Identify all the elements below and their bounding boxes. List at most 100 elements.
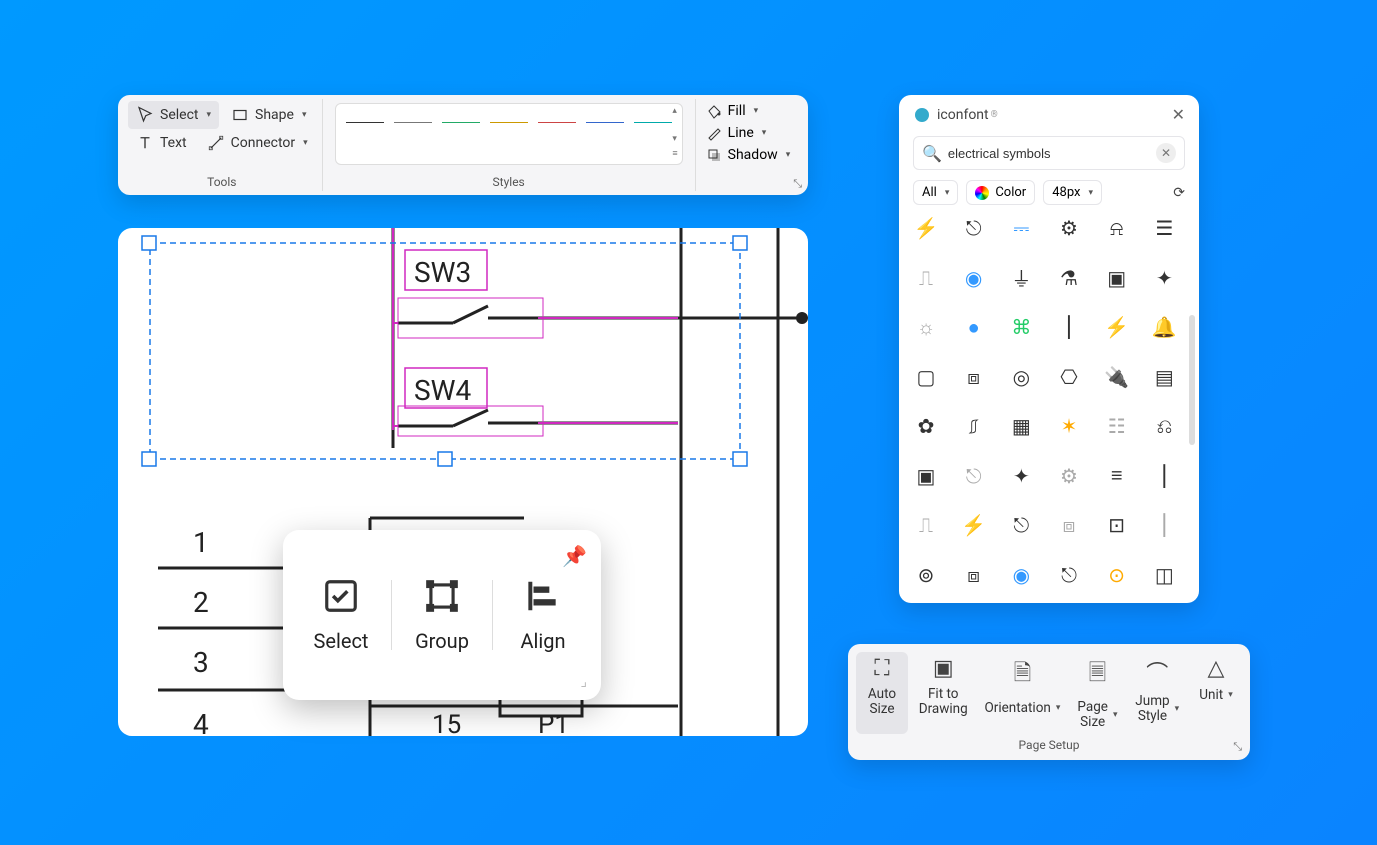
filter-color[interactable]: Color	[966, 180, 1035, 205]
line-style-swatch[interactable]	[586, 122, 624, 123]
jump-style-button[interactable]: ⌒ Jump Style▾	[1128, 652, 1186, 734]
unit-button[interactable]: △ Unit▾	[1190, 652, 1242, 734]
scroll-up-icon[interactable]: ▴	[672, 106, 677, 116]
shape-tool[interactable]: Shape ▾	[223, 101, 314, 129]
result-icon[interactable]: ⏚	[1008, 265, 1034, 291]
result-icon[interactable]: 🔌	[1104, 364, 1130, 390]
result-icon[interactable]: ⎋	[1008, 512, 1034, 538]
orientation-icon: 🗎	[1014, 656, 1032, 694]
line-style-swatch[interactable]	[538, 122, 576, 123]
select-tool[interactable]: Select ▾	[128, 101, 219, 129]
fit-to-drawing-button[interactable]: ▣ Fit to Drawing	[912, 652, 974, 734]
result-icon[interactable]: ⚡	[913, 215, 939, 241]
result-icon[interactable]: ⎋	[961, 215, 987, 241]
result-icon[interactable]: 🔔	[1151, 314, 1177, 340]
result-icon[interactable]: ⧈	[1056, 512, 1082, 538]
result-icon[interactable]: ✦	[1151, 265, 1177, 291]
filter-size[interactable]: 48px▾	[1043, 180, 1102, 205]
text-tool[interactable]: Text	[128, 129, 195, 157]
line-style-swatch[interactable]	[442, 122, 480, 123]
fill-label: Fill	[728, 103, 746, 119]
clear-search-icon[interactable]: ✕	[1156, 143, 1176, 163]
line-style-swatch[interactable]	[346, 122, 384, 123]
result-icon[interactable]: ✿	[913, 413, 939, 439]
result-icon[interactable]: ☷	[1104, 413, 1130, 439]
shadow-button[interactable]: Shadow ▾	[702, 145, 798, 165]
result-icon[interactable]: ◉	[1008, 562, 1034, 588]
ctx-align[interactable]: Align	[503, 577, 583, 653]
shape-label: Shape	[255, 107, 294, 123]
result-icon[interactable]: ⎓	[1008, 215, 1034, 241]
result-icon[interactable]: ⎋	[961, 463, 987, 489]
style-gallery[interactable]: ▴ ▾ ≡	[335, 103, 683, 165]
ctx-select[interactable]: Select	[301, 577, 381, 653]
orientation-button[interactable]: 🗎 Orientation▾	[978, 652, 1066, 734]
result-icon[interactable]: ⎮	[1151, 512, 1177, 538]
result-icon[interactable]: ☼	[913, 314, 939, 340]
fill-button[interactable]: Fill ▾	[702, 101, 798, 121]
result-icon[interactable]: ⊚	[913, 562, 939, 588]
expand-gallery-icon[interactable]: ≡	[672, 148, 677, 159]
result-icon[interactable]: ⎎	[961, 413, 987, 439]
result-icon[interactable]: ▦	[1008, 413, 1034, 439]
result-icon[interactable]: ⎮	[1056, 314, 1082, 340]
filter-all[interactable]: All▾	[913, 180, 958, 205]
result-icon[interactable]: ▣	[913, 463, 939, 489]
pin-icon[interactable]: 📌	[562, 544, 587, 568]
scrollbar[interactable]	[1189, 315, 1195, 445]
result-icon[interactable]: ●	[961, 314, 987, 340]
result-icon[interactable]: ▣	[1104, 265, 1130, 291]
scroll-down-icon[interactable]: ▾	[672, 134, 677, 144]
auto-size-button[interactable]: ⛶ Auto Size	[856, 652, 908, 734]
result-icon[interactable]: ◉	[961, 265, 987, 291]
result-icon[interactable]: ⧈	[961, 364, 987, 390]
ctx-group[interactable]: Group	[402, 577, 482, 653]
tools-group-label: Tools	[128, 175, 316, 191]
result-icon[interactable]: ⊙	[1104, 562, 1130, 588]
select-label: Select	[160, 107, 198, 123]
result-icon[interactable]: ⚗	[1056, 265, 1082, 291]
result-icon[interactable]: ⎍	[913, 512, 939, 538]
line-style-swatch[interactable]	[634, 122, 672, 123]
line-style-swatch[interactable]	[490, 122, 528, 123]
result-icon[interactable]: ◫	[1151, 562, 1177, 588]
line-button[interactable]: Line ▾	[702, 123, 798, 143]
fit-icon: ▣	[933, 656, 954, 681]
connector-tool[interactable]: Connector ▾	[199, 129, 316, 157]
result-icon[interactable]: ⌘	[1008, 314, 1034, 340]
result-icon[interactable]: ⍾	[1104, 215, 1130, 241]
result-icon[interactable]: ▤	[1151, 364, 1177, 390]
result-icon[interactable]: ⊡	[1104, 512, 1130, 538]
result-icon[interactable]: ✦	[1008, 463, 1034, 489]
refresh-icon[interactable]: ⟳	[1173, 185, 1185, 201]
result-icon[interactable]: ☰	[1151, 215, 1177, 241]
result-icon[interactable]: ⚙	[1056, 215, 1082, 241]
result-icon[interactable]: ✶	[1056, 413, 1082, 439]
label-p1: P1	[538, 710, 569, 736]
result-icon[interactable]: ≡	[1104, 463, 1130, 489]
result-icon[interactable]: ⧈	[961, 562, 987, 588]
result-icon[interactable]: ⎍	[913, 265, 939, 291]
result-icon[interactable]: ⚡	[1104, 314, 1130, 340]
resize-grip-icon: ⌟	[580, 674, 587, 690]
result-icon[interactable]: ⚡	[961, 512, 987, 538]
search-input[interactable]	[948, 146, 1156, 161]
result-icon[interactable]: ⎮	[1151, 463, 1177, 489]
group-icon	[423, 577, 461, 615]
close-icon[interactable]: ✕	[1172, 105, 1185, 124]
color-wheel-icon	[975, 186, 989, 200]
result-icon[interactable]: ⚙	[1056, 463, 1082, 489]
expand-ribbon-icon[interactable]: ⤡	[793, 177, 802, 191]
page-size-button[interactable]: 🗏 Page Size▾	[1070, 652, 1124, 734]
connector-icon	[207, 134, 225, 152]
result-icon[interactable]: ⎔	[1056, 364, 1082, 390]
paint-bucket-icon	[706, 103, 722, 119]
text-label: Text	[160, 135, 187, 151]
expand-pagesetup-icon[interactable]: ⤡	[1233, 740, 1242, 754]
iconfont-logo-icon	[913, 106, 931, 124]
line-style-swatch[interactable]	[394, 122, 432, 123]
result-icon[interactable]: ⎋	[1056, 562, 1082, 588]
result-icon[interactable]: ◎	[1008, 364, 1034, 390]
result-icon[interactable]: ▢	[913, 364, 939, 390]
result-icon[interactable]: ⎌	[1151, 413, 1177, 439]
